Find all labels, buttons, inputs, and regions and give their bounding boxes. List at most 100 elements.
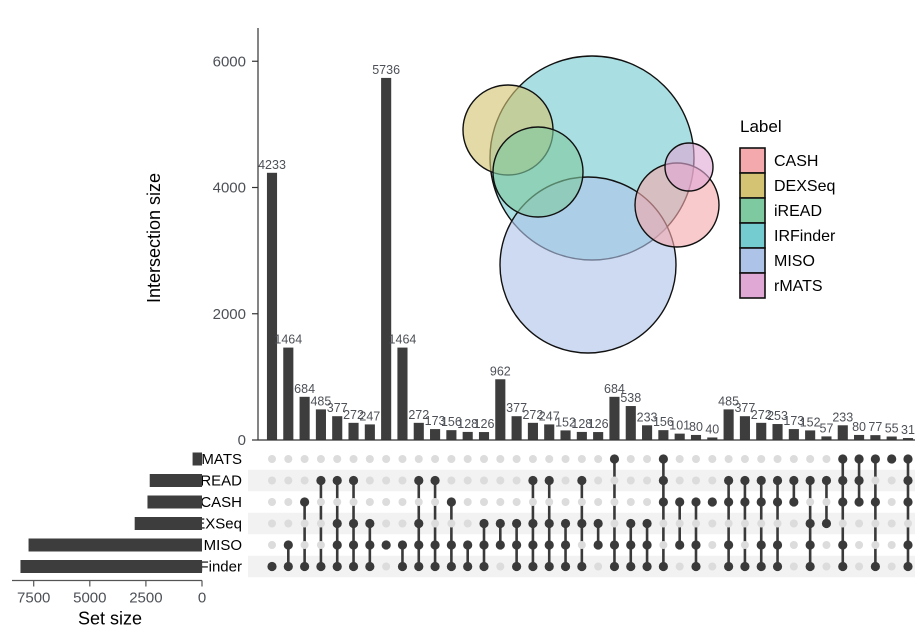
matrix-dot-off[interactable] — [480, 498, 488, 506]
matrix-dot-off[interactable] — [708, 562, 717, 571]
matrix-dot-off[interactable] — [692, 476, 700, 485]
matrix-dot-on[interactable] — [544, 518, 554, 529]
matrix-dot-on[interactable] — [446, 497, 456, 507]
matrix-dot-on[interactable] — [267, 561, 277, 572]
matrix-dot-on[interactable] — [838, 540, 848, 550]
matrix-dot-off[interactable] — [887, 519, 896, 528]
matrix-dot-on[interactable] — [642, 540, 652, 550]
matrix-dot-off[interactable] — [545, 455, 554, 463]
matrix-dot-off[interactable] — [789, 455, 798, 463]
matrix-dot-off[interactable] — [692, 455, 700, 463]
matrix-dot-on[interactable] — [626, 561, 636, 572]
matrix-dot-off[interactable] — [610, 476, 619, 485]
matrix-dot-off[interactable] — [594, 455, 603, 463]
matrix-dot-off[interactable] — [316, 455, 325, 463]
legend-swatch-cash[interactable] — [739, 147, 766, 174]
matrix-dot-on[interactable] — [332, 561, 342, 572]
matrix-dot-on[interactable] — [691, 540, 701, 550]
matrix-dot-on[interactable] — [479, 561, 489, 572]
matrix-dot-on[interactable] — [642, 518, 652, 529]
matrix-dot-on[interactable] — [512, 518, 522, 529]
matrix-dot-off[interactable] — [463, 519, 472, 528]
matrix-dot-on[interactable] — [887, 454, 897, 464]
matrix-dot-off[interactable] — [773, 519, 782, 528]
matrix-dot-off[interactable] — [447, 455, 456, 463]
matrix-dot-off[interactable] — [789, 519, 798, 528]
matrix-dot-off[interactable] — [643, 476, 652, 485]
matrix-dot-on[interactable] — [283, 561, 293, 572]
matrix-dot-on[interactable] — [495, 518, 505, 529]
matrix-dot-off[interactable] — [382, 476, 391, 485]
matrix-dot-off[interactable] — [561, 498, 570, 506]
legend-swatch-miso[interactable] — [739, 247, 766, 274]
matrix-dot-off[interactable] — [268, 498, 276, 506]
matrix-dot-on[interactable] — [724, 540, 734, 550]
matrix-dot-on[interactable] — [609, 454, 620, 464]
matrix-dot-off[interactable] — [414, 498, 423, 506]
matrix-dot-on[interactable] — [544, 561, 554, 572]
matrix-dot-off[interactable] — [740, 455, 749, 463]
matrix-dot-off[interactable] — [675, 519, 684, 528]
matrix-dot-on[interactable] — [495, 540, 505, 550]
matrix-dot-on[interactable] — [609, 540, 620, 550]
matrix-dot-on[interactable] — [430, 540, 440, 550]
matrix-dot-off[interactable] — [740, 541, 749, 549]
matrix-dot-off[interactable] — [822, 455, 831, 463]
matrix-dot-on[interactable] — [348, 518, 359, 529]
matrix-dot-on[interactable] — [528, 540, 538, 550]
matrix-dot-off[interactable] — [382, 519, 391, 528]
matrix-dot-on[interactable] — [560, 561, 571, 572]
matrix-dot-on[interactable] — [283, 540, 293, 550]
matrix-dot-off[interactable] — [838, 519, 847, 528]
matrix-dot-off[interactable] — [561, 476, 570, 485]
matrix-dot-on[interactable] — [870, 561, 880, 572]
matrix-dot-on[interactable] — [789, 475, 799, 486]
matrix-dot-off[interactable] — [365, 476, 374, 485]
matrix-dot-off[interactable] — [480, 476, 488, 485]
matrix-dot-off[interactable] — [659, 519, 668, 528]
matrix-dot-off[interactable] — [496, 562, 505, 571]
matrix-dot-on[interactable] — [381, 540, 391, 550]
matrix-dot-off[interactable] — [316, 519, 325, 528]
matrix-dot-off[interactable] — [708, 519, 717, 528]
matrix-dot-on[interactable] — [772, 540, 783, 550]
matrix-dot-on[interactable] — [528, 518, 538, 529]
matrix-dot-on[interactable] — [593, 540, 603, 550]
matrix-dot-off[interactable] — [398, 476, 407, 485]
matrix-dot-on[interactable] — [838, 475, 848, 486]
matrix-dot-off[interactable] — [708, 476, 717, 485]
matrix-dot-off[interactable] — [610, 519, 619, 528]
matrix-dot-off[interactable] — [887, 541, 896, 549]
matrix-dot-off[interactable] — [594, 498, 603, 506]
matrix-dot-off[interactable] — [887, 498, 896, 506]
matrix-dot-off[interactable] — [577, 541, 586, 549]
matrix-dot-off[interactable] — [365, 455, 374, 463]
matrix-dot-on[interactable] — [870, 454, 880, 464]
matrix-dot-on[interactable] — [724, 497, 734, 507]
matrix-dot-off[interactable] — [496, 455, 505, 463]
matrix-dot-on[interactable] — [609, 561, 620, 572]
matrix-dot-off[interactable] — [398, 519, 407, 528]
matrix-dot-on[interactable] — [479, 518, 489, 529]
matrix-dot-on[interactable] — [870, 497, 880, 507]
matrix-dot-on[interactable] — [838, 561, 848, 572]
matrix-dot-off[interactable] — [431, 455, 440, 463]
matrix-dot-off[interactable] — [300, 541, 309, 549]
matrix-dot-on[interactable] — [756, 540, 766, 550]
matrix-dot-off[interactable] — [643, 498, 652, 506]
matrix-dot-off[interactable] — [724, 519, 733, 528]
matrix-dot-on[interactable] — [821, 518, 832, 529]
matrix-dot-on[interactable] — [772, 497, 783, 507]
matrix-dot-off[interactable] — [349, 455, 358, 463]
matrix-dot-off[interactable] — [789, 562, 798, 571]
matrix-dot-off[interactable] — [871, 541, 880, 549]
matrix-dot-off[interactable] — [626, 498, 635, 506]
matrix-dot-on[interactable] — [348, 540, 359, 550]
matrix-dot-on[interactable] — [512, 561, 522, 572]
matrix-dot-on[interactable] — [838, 497, 848, 507]
matrix-dot-on[interactable] — [854, 475, 864, 486]
matrix-dot-on[interactable] — [316, 475, 326, 486]
matrix-dot-on[interactable] — [528, 475, 538, 486]
matrix-dot-off[interactable] — [447, 519, 456, 528]
matrix-dot-off[interactable] — [463, 476, 472, 485]
